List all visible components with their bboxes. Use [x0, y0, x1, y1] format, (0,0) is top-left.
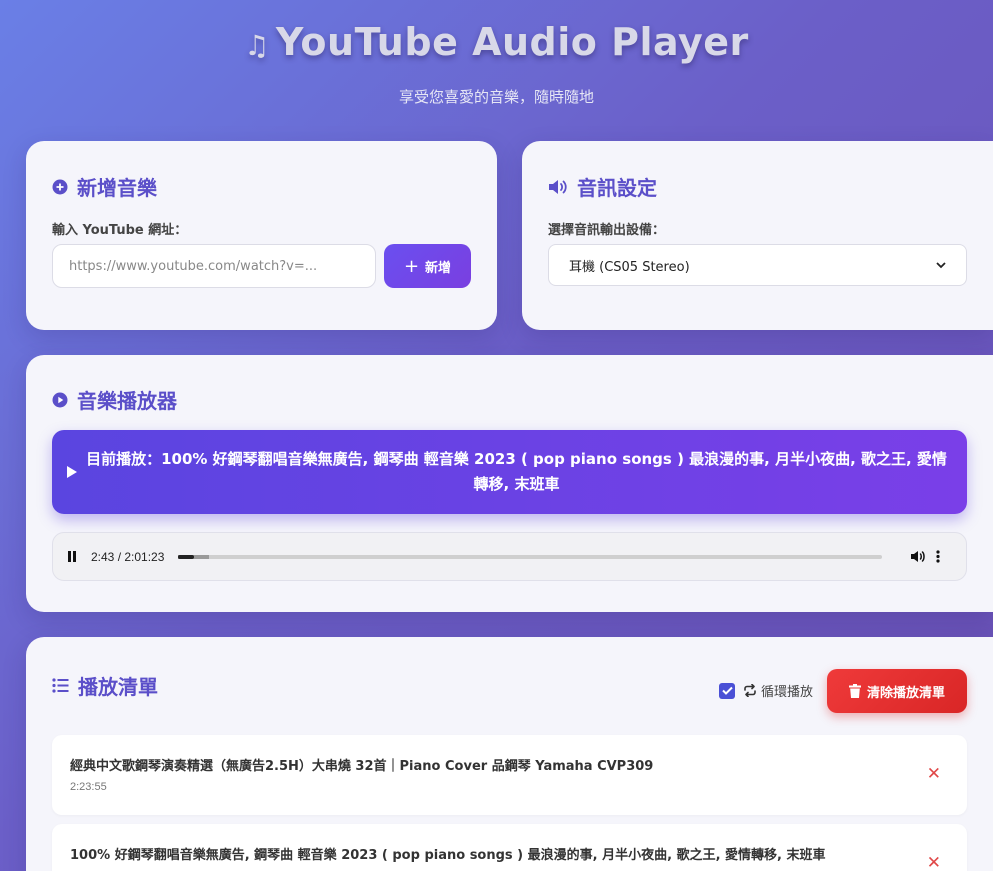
more-options-icon[interactable] [936, 550, 952, 563]
playlist-item[interactable]: 100% 好鋼琴翻唱音樂無廣告, 鋼琴曲 輕音樂 2023 ( pop pian… [52, 824, 967, 871]
now-playing-banner: 目前播放：100% 好鋼琴翻唱音樂無廣告, 鋼琴曲 輕音樂 2023 ( pop… [52, 430, 967, 514]
app-subtitle: 享受您喜愛的音樂，隨時隨地 [398, 88, 594, 106]
playlist-heading: 播放清單 [52, 671, 158, 700]
playlist-item-duration: 2:23:55 [70, 781, 107, 793]
playlist-item-title: 經典中文歌鋼琴演奏精選（無廣告2.5H）大串燒 32首｜Piano Cover … [70, 759, 654, 774]
playlist-item-title: 100% 好鋼琴翻唱音樂無廣告, 鋼琴曲 輕音樂 2023 ( pop pian… [70, 848, 826, 863]
plus-icon: + [403, 255, 420, 277]
add-music-title: 新增音樂 [77, 176, 157, 200]
player-title: 音樂播放器 [77, 389, 177, 413]
loop-label: 循環播放 [761, 685, 814, 700]
url-label: 輸入 YouTube 網址： [52, 223, 188, 238]
play-icon [66, 465, 82, 479]
pause-icon[interactable] [67, 551, 83, 562]
audio-settings-card: 音訊設定 選擇音訊輸出設備： 耳機 (CS05 Stereo) [522, 141, 993, 330]
device-label: 選擇音訊輸出設備： [548, 223, 666, 238]
app-title-row: ♫ YouTube Audio Player [0, 20, 993, 64]
remove-item-icon[interactable]: ✕ [927, 853, 941, 871]
repeat-icon [743, 684, 757, 697]
playlist-item[interactable]: 經典中文歌鋼琴演奏精選（無廣告2.5H）大串燒 32首｜Piano Cover … [52, 735, 967, 815]
remove-item-icon[interactable]: ✕ [927, 764, 941, 784]
now-playing-text: 目前播放：100% 好鋼琴翻唱音樂無廣告, 鋼琴曲 輕音樂 2023 ( pop… [86, 450, 947, 493]
add-music-card: 新增音樂 輸入 YouTube 網址： + 新增 [26, 141, 497, 330]
audio-settings-title: 音訊設定 [577, 176, 657, 200]
music-note-icon: ♫ [244, 29, 270, 62]
app-title: YouTube Audio Player [275, 20, 749, 64]
play-circle-icon [52, 392, 68, 408]
audio-device-select[interactable]: 耳機 (CS05 Stereo) [548, 244, 967, 286]
chevron-down-icon [936, 258, 946, 273]
loop-checkbox[interactable] [719, 682, 735, 699]
clear-playlist-button[interactable]: 清除播放清單 [827, 669, 967, 713]
add-music-heading: 新增音樂 [52, 172, 157, 201]
selected-device: 耳機 (CS05 Stereo) [569, 259, 690, 275]
add-button[interactable]: + 新增 [384, 244, 471, 288]
trash-icon [848, 684, 861, 698]
youtube-url-input[interactable] [52, 244, 376, 288]
add-button-label: 新增 [425, 260, 452, 276]
seek-bar[interactable] [178, 554, 882, 559]
playlist-card: 播放清單 循環播放 清除播放清單 經典中文歌鋼琴演奏精選（無廣告2.5H）大串燒… [26, 637, 993, 871]
seek-progress [178, 554, 195, 559]
speaker-icon [548, 179, 568, 195]
list-icon [52, 678, 69, 694]
audio-settings-heading: 音訊設定 [548, 172, 657, 201]
player-card: 音樂播放器 目前播放：100% 好鋼琴翻唱音樂無廣告, 鋼琴曲 輕音樂 2023… [26, 355, 993, 612]
audio-controls: 2:43 / 2:01:23 [52, 532, 967, 581]
plus-circle-icon [52, 179, 68, 195]
loop-toggle[interactable]: 循環播放 [719, 681, 813, 700]
player-heading: 音樂播放器 [52, 385, 177, 414]
time-display: 2:43 / 2:01:23 [91, 549, 165, 564]
volume-icon[interactable] [910, 550, 926, 563]
app-header: ♫ YouTube Audio Player 享受您喜愛的音樂，隨時隨地 [0, 20, 993, 107]
playlist-title: 播放清單 [78, 675, 158, 699]
clear-playlist-label: 清除播放清單 [866, 685, 945, 701]
